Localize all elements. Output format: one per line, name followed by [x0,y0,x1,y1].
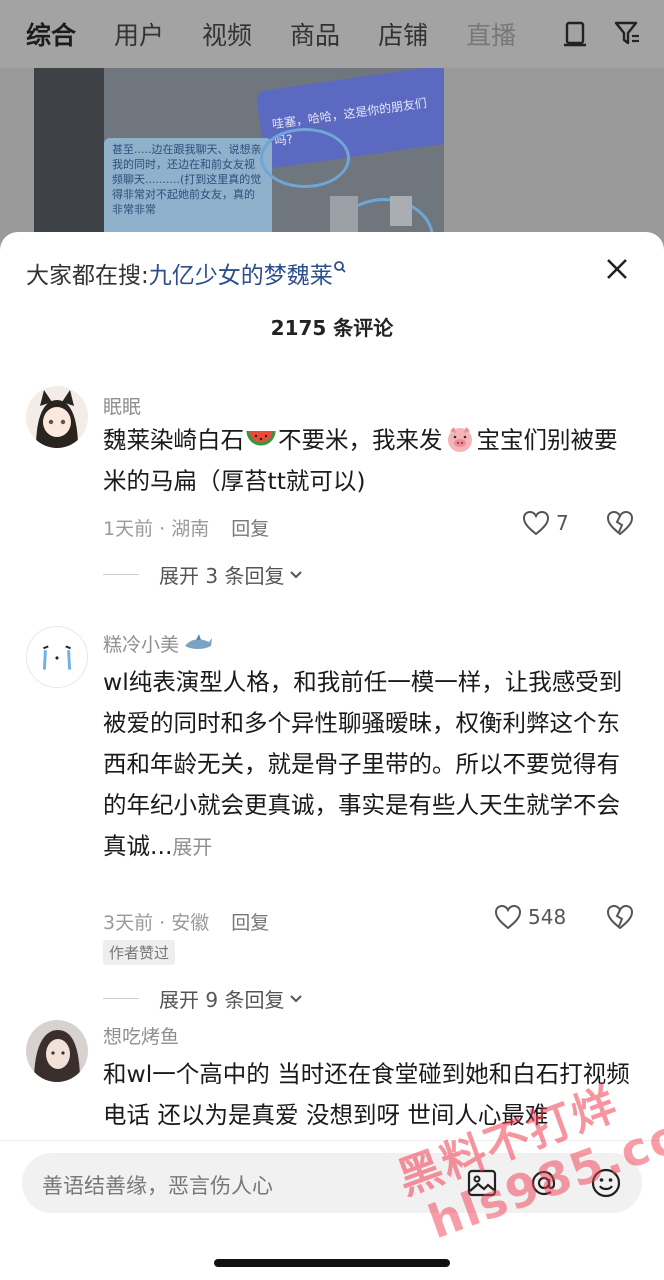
heart-icon [494,904,522,930]
home-indicator [214,1259,450,1267]
tab-shops[interactable]: 店铺 [378,16,428,52]
avatar[interactable] [26,1020,88,1082]
chevron-down-icon [290,994,303,1002]
thumbnail-shadow [34,68,104,248]
comment-input[interactable]: 善语结善缘，恶言伤人心 [22,1153,642,1213]
tab-products[interactable]: 商品 [290,16,340,52]
avatar[interactable] [26,386,88,448]
comment-meta: 1天前 · 湖南 回复 [103,514,269,541]
heart-icon [522,510,550,536]
input-tools [466,1167,622,1199]
filter-icon[interactable] [612,18,642,48]
chevron-down-icon [290,570,303,578]
close-icon[interactable] [602,254,632,284]
comment-input-bar: 善语结善缘，恶言伤人心 [0,1140,664,1280]
top-icons [560,18,642,48]
comment-username[interactable]: 眠眠 [103,392,141,419]
comment-time-location: 3天前 · 安徽 [103,912,210,934]
trending-keyword[interactable]: 九亿少女的梦魏莱 [149,263,333,289]
comment-username[interactable]: 想吃烤鱼 [103,1022,179,1049]
comment-text-segment: 魏莱染崎白石 [103,426,244,454]
expand-replies-button[interactable]: 展开 9 条回复 [103,984,304,1013]
comment-username[interactable]: 糕冷小美 [103,630,213,657]
broken-heart-icon[interactable] [606,510,634,536]
expand-text-button[interactable]: 展开 [172,835,212,859]
expand-replies-button[interactable]: 展开 3 条回复 [103,560,304,589]
pig-emoji-icon [447,427,472,452]
comment-text: 和wl一个高中的 当时还在食堂碰到她和白石打视频电话 还以为是真爱 没想到呀 世… [103,1060,630,1129]
shark-emoji-icon [185,634,213,649]
search-icon [333,261,346,273]
tab-videos[interactable]: 视频 [202,16,252,52]
author-liked-badge: 作者赞过 [103,940,176,965]
tab-users[interactable]: 用户 [114,16,164,52]
divider [103,574,139,575]
comment-input-placeholder: 善语结善缘，恶言伤人心 [42,1174,273,1198]
like-button[interactable]: 548 [494,904,566,930]
expand-replies-label: 展开 9 条回复 [159,988,285,1012]
reply-button[interactable]: 回复 [231,912,269,934]
like-count: 548 [528,905,567,929]
trending-search[interactable]: 大家都在搜:九亿少女的梦魏莱 [26,256,347,290]
comment-count: 2175 条评论 [270,316,394,340]
comment-sheet: 大家都在搜:九亿少女的梦魏莱 2175 条评论 眠眠 魏莱染崎白石 不要米，我来发… [0,232,664,1280]
comment-username-text: 糕冷小美 [103,634,180,656]
emoji-icon[interactable] [590,1167,622,1199]
reply-button[interactable]: 回复 [231,518,269,540]
comment-text: wl纯表演型人格，和我前任一模一样，让我感受到被爱的同时和多个异性聊骚暧昧，权衡… [103,662,633,868]
watermelon-emoji-icon [246,430,276,446]
expand-replies-label: 展开 3 条回复 [159,564,285,588]
comment-time-location: 1天前 · 湖南 [103,518,210,540]
comment-text-body: wl纯表演型人格，和我前任一模一样，让我感受到被爱的同时和多个异性聊骚暧昧，权衡… [103,668,623,860]
tab-live[interactable]: 直播 [466,16,516,52]
like-count: 7 [556,511,569,535]
thumbnail-mosaic [390,196,412,226]
image-icon[interactable] [466,1167,498,1199]
broken-heart-icon[interactable] [606,904,634,930]
like-button[interactable]: 7 [522,510,569,536]
video-thumbnail[interactable]: 哇塞，哈哈，这是你的朋友们吗? 甚至.....边在跟我聊天、说想亲我的同时，还边… [34,68,444,248]
avatar[interactable] [26,626,88,688]
comment-text: 魏莱染崎白石 不要米，我来发 宝宝们别被要米的马扁（厚苔tt就可以) [103,420,633,502]
comment-text-segment: 不要米，我来发 [278,426,443,454]
mention-icon[interactable] [528,1167,560,1199]
comment-meta: 3天前 · 安徽 回复 [103,908,269,935]
trending-label: 大家都在搜: [26,263,149,289]
tab-all[interactable]: 综合 [26,16,76,52]
thumbnail-mosaic [330,196,358,232]
layout-toggle-icon[interactable] [560,18,590,48]
divider [103,998,139,999]
thumbnail-circle-annotation [260,128,350,188]
